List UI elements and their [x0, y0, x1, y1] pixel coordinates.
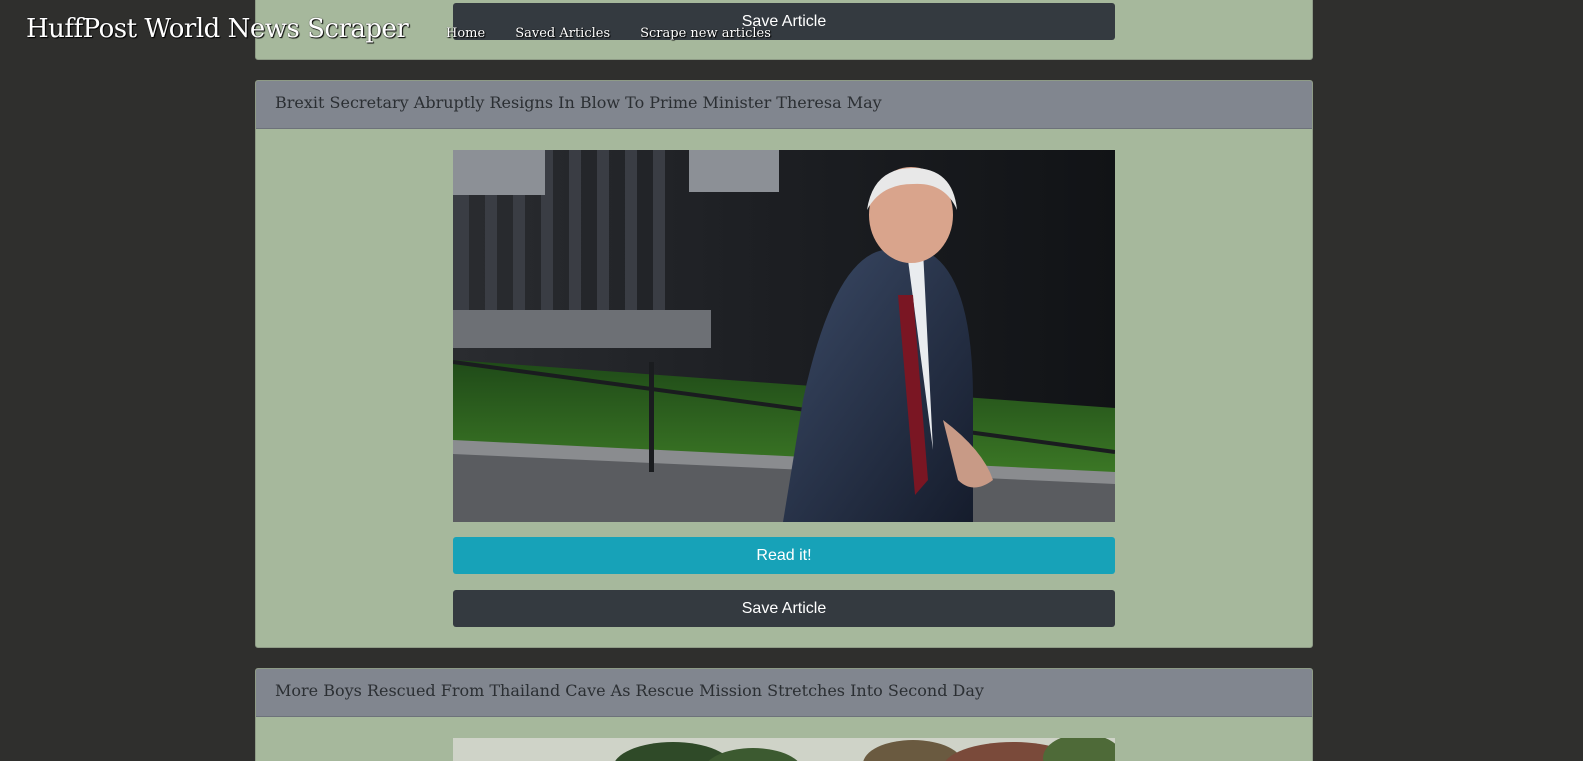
article-title: More Boys Rescued From Thailand Cave As …: [256, 669, 1312, 717]
save-article-button[interactable]: Save Article: [453, 590, 1115, 627]
page: HuffPost World News Scraper Home Saved A…: [0, 0, 1583, 761]
article-card: Brexit Secretary Abruptly Resigns In Blo…: [255, 80, 1313, 648]
nav-saved-articles-link[interactable]: Saved Articles: [515, 26, 610, 41]
site-title: HuffPost World News Scraper: [26, 14, 409, 44]
read-article-button[interactable]: Read it!: [453, 537, 1115, 574]
main-nav: Home Saved Articles Scrape new articles: [446, 26, 801, 41]
article-card: More Boys Rescued From Thailand Cave As …: [255, 668, 1313, 761]
nav-home-link[interactable]: Home: [446, 26, 485, 41]
nav-scrape-link[interactable]: Scrape new articles: [640, 26, 771, 41]
article-image: [453, 738, 1115, 761]
article-title: Brexit Secretary Abruptly Resigns In Blo…: [256, 81, 1312, 129]
article-image: [453, 150, 1115, 522]
